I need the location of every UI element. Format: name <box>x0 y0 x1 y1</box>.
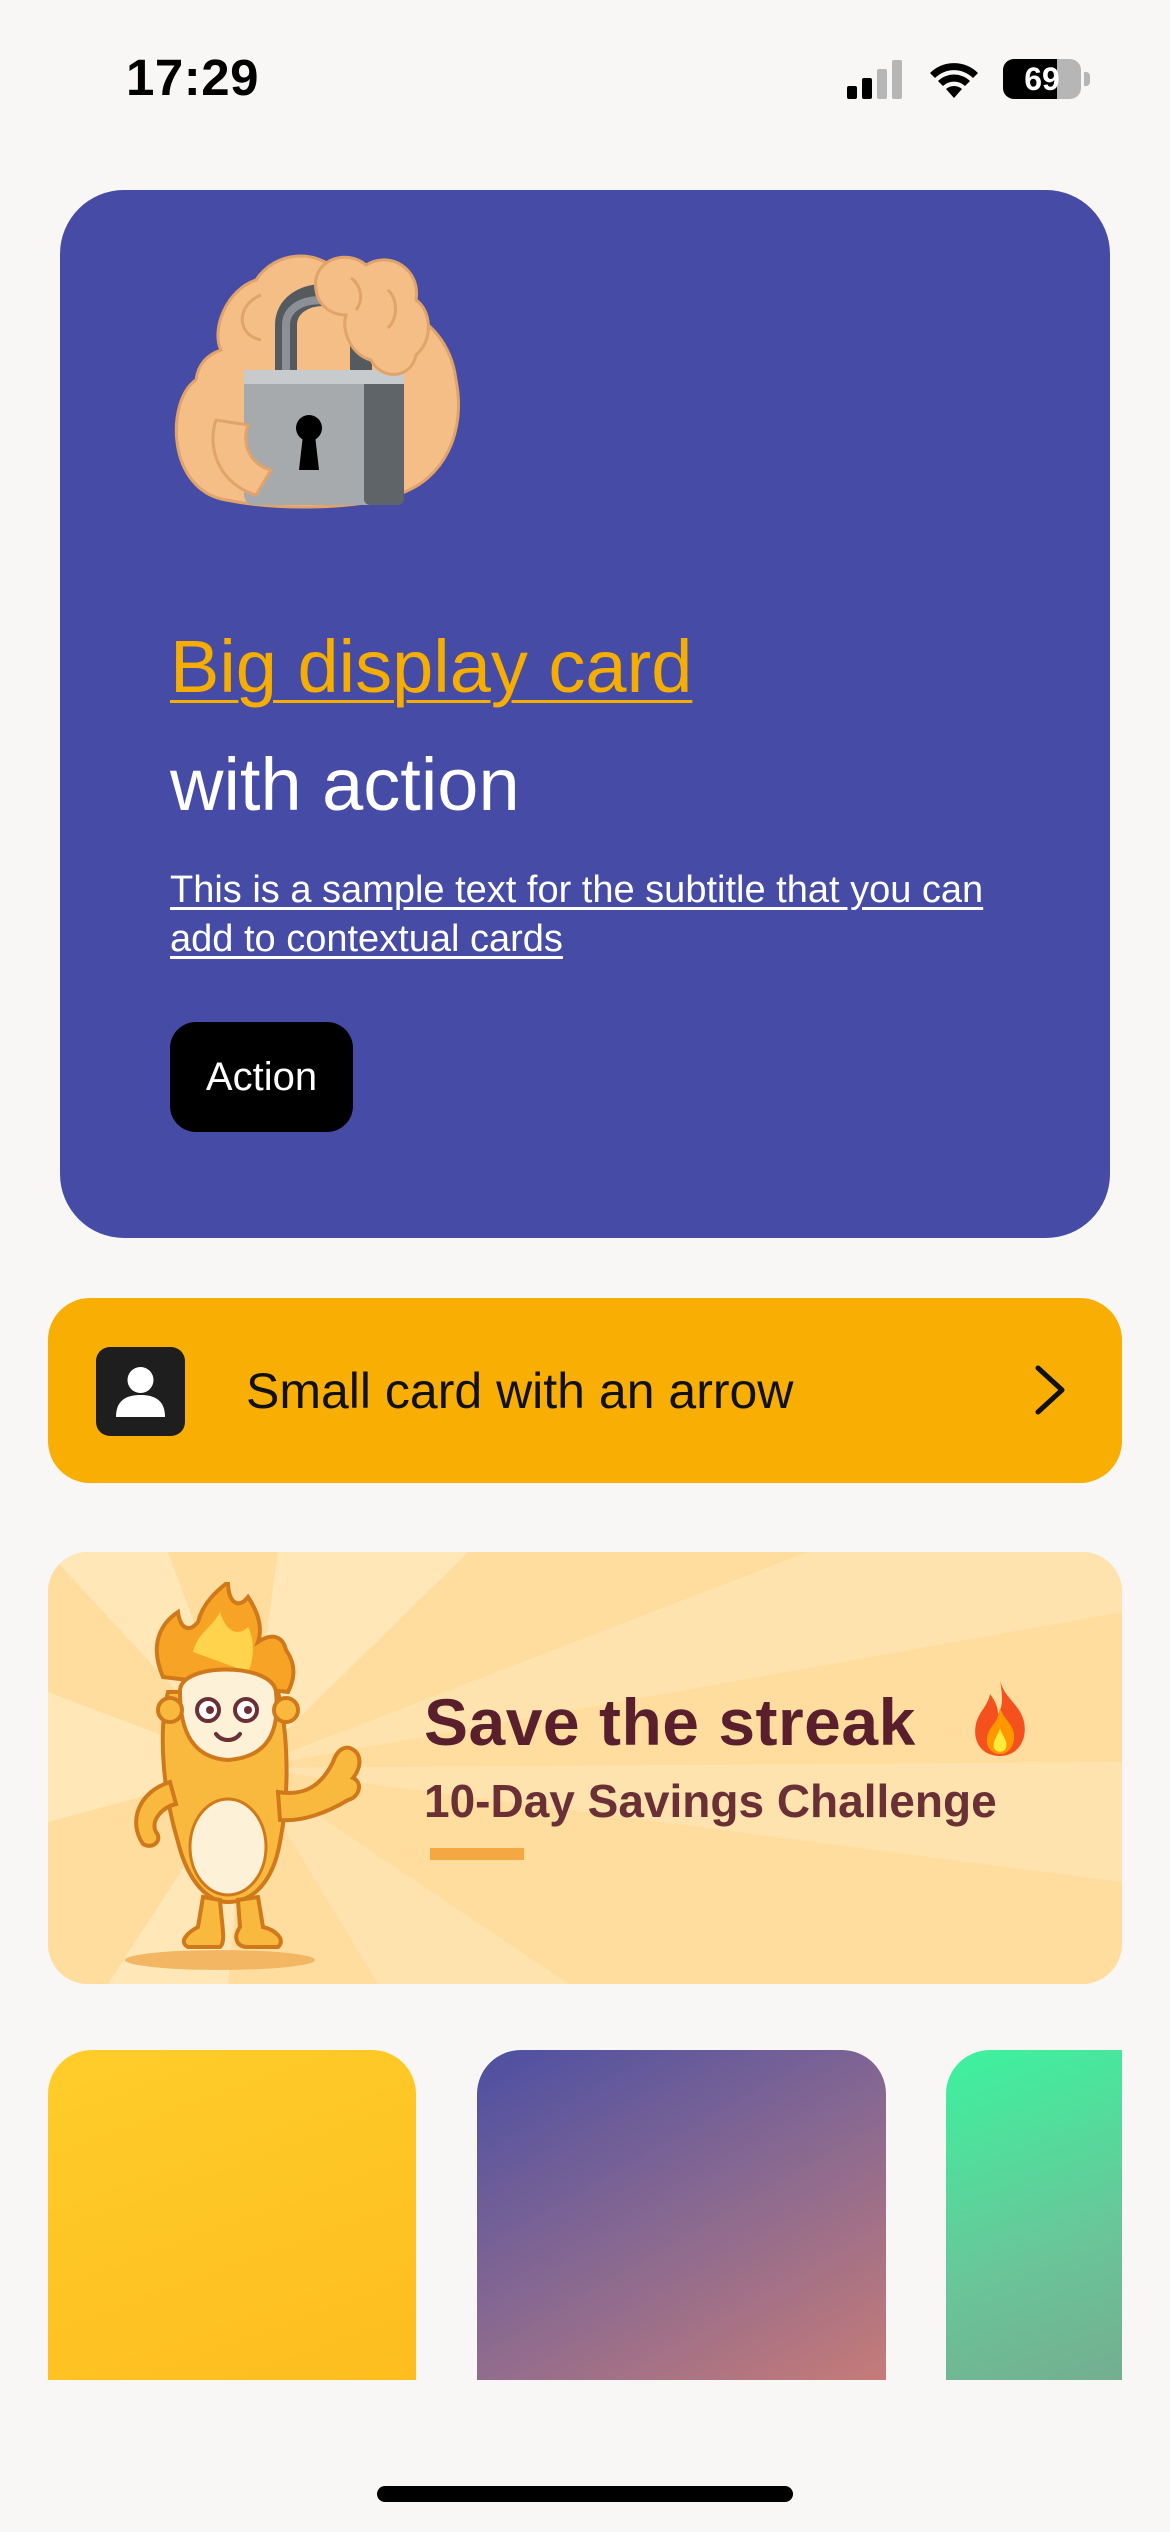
fire-icon <box>975 1680 1025 1756</box>
home-indicator[interactable] <box>377 2486 793 2502</box>
carousel-tile-green[interactable] <box>946 2050 1122 2380</box>
chevron-right-icon <box>1035 1365 1065 1415</box>
lock-in-hand-icon <box>174 254 460 509</box>
battery-icon: 69 <box>1003 59 1081 99</box>
big-card-description[interactable]: This is a sample text for the subtitle t… <box>170 866 1030 964</box>
carousel-tile-purple[interactable] <box>477 2050 886 2380</box>
big-card-subtitle: with action <box>170 743 520 826</box>
status-time: 17:29 <box>126 49 259 106</box>
flame-mascot <box>125 1582 362 1970</box>
big-display-card[interactable]: Big display card with action This is a s… <box>60 190 1110 1238</box>
streak-title: Save the streak <box>424 1685 916 1759</box>
streak-banner[interactable]: Save the streak 10-Day Savings Challenge <box>48 1552 1122 1984</box>
small-card-label: Small card with an arrow <box>246 1362 794 1419</box>
streak-subtitle: 10-Day Savings Challenge <box>424 1775 997 1827</box>
battery-level: 69 <box>1024 60 1060 97</box>
action-button[interactable]: Action <box>170 1022 353 1132</box>
status-bar: 17:29 69 <box>0 0 1170 150</box>
avatar <box>96 1347 185 1436</box>
carousel-tile-yellow[interactable] <box>48 2050 416 2380</box>
screen: 17:29 69 Big display card with action Th… <box>0 0 1170 2532</box>
status-icons: 69 <box>847 54 1090 104</box>
battery-tip <box>1084 72 1090 86</box>
wifi-icon <box>930 63 978 98</box>
big-card-title[interactable]: Big display card <box>170 624 692 709</box>
person-icon <box>116 1367 165 1417</box>
small-arrow-card[interactable]: Small card with an arrow <box>48 1298 1122 1483</box>
cellular-signal-icon <box>847 60 902 99</box>
streak-accent-line <box>430 1848 524 1860</box>
